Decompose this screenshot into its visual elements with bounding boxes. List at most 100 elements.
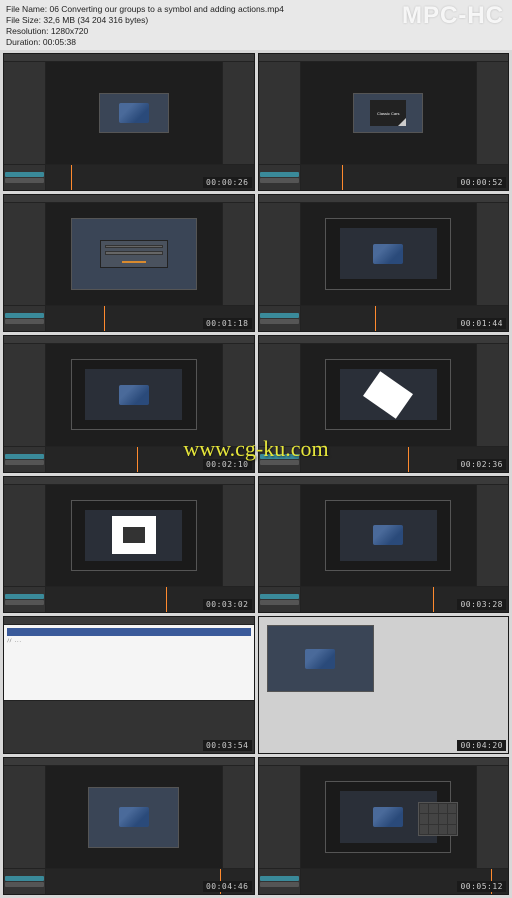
video-thumbnail[interactable]: 00:01:18 [3, 194, 255, 332]
canvas-area[interactable] [46, 766, 222, 868]
left-panel[interactable] [4, 62, 46, 164]
white-rect[interactable] [112, 516, 156, 554]
video-thumbnail[interactable]: // ... 00:03:54 [3, 616, 255, 754]
app-menubar[interactable] [4, 617, 254, 625]
right-panel[interactable] [476, 344, 508, 446]
dialog-input[interactable] [105, 245, 163, 248]
playhead-icon[interactable] [408, 447, 409, 472]
left-panel[interactable] [4, 203, 46, 305]
canvas-stage[interactable] [325, 218, 451, 289]
app-menubar[interactable] [259, 758, 509, 766]
canvas-stage[interactable] [267, 625, 374, 692]
canvas-stage[interactable] [88, 787, 179, 848]
left-panel[interactable] [259, 766, 301, 868]
car-image [119, 385, 149, 405]
right-panel[interactable] [222, 766, 254, 868]
canvas-stage[interactable] [71, 218, 197, 289]
tool-cell[interactable] [420, 804, 428, 813]
right-panel[interactable] [222, 203, 254, 305]
left-panel[interactable] [259, 485, 301, 587]
video-thumbnail[interactable]: 00:05:12 [258, 757, 510, 895]
tool-cell[interactable] [429, 825, 437, 834]
canvas-area[interactable] [46, 62, 222, 164]
canvas-area[interactable] [46, 485, 222, 587]
right-panel[interactable] [476, 485, 508, 587]
dialog-confirm-button[interactable] [122, 261, 146, 263]
playhead-icon[interactable] [166, 587, 167, 612]
tool-cell[interactable] [429, 814, 437, 823]
video-thumbnail[interactable]: Classic Cars 00:00:52 [258, 53, 510, 191]
canvas-stage[interactable] [325, 500, 451, 571]
tool-cell[interactable] [448, 814, 456, 823]
app-menubar[interactable] [4, 54, 254, 62]
track-label [260, 454, 299, 459]
left-panel[interactable] [4, 485, 46, 587]
canvas-area[interactable] [301, 344, 477, 446]
playhead-icon[interactable] [342, 165, 343, 190]
right-panel[interactable] [222, 485, 254, 587]
tool-cell[interactable] [439, 814, 447, 823]
tool-cell[interactable] [448, 804, 456, 813]
tool-cell[interactable] [439, 825, 447, 834]
nested-stage[interactable] [340, 510, 437, 561]
left-panel[interactable] [4, 344, 46, 446]
resolution-value: 1280x720 [51, 26, 88, 36]
video-thumbnail[interactable]: 00:00:26 [3, 53, 255, 191]
app-menubar[interactable] [259, 477, 509, 485]
dialog-box[interactable] [100, 240, 168, 268]
tool-grid-panel[interactable] [418, 802, 458, 836]
video-thumbnail[interactable]: 00:04:20 [258, 616, 510, 754]
left-panel[interactable] [259, 62, 301, 164]
app-menubar[interactable] [4, 758, 254, 766]
right-panel[interactable] [476, 203, 508, 305]
right-panel[interactable] [476, 62, 508, 164]
playhead-icon[interactable] [104, 306, 105, 331]
left-panel[interactable] [259, 203, 301, 305]
canvas-area[interactable] [301, 203, 477, 305]
code-editor[interactable]: // ... [4, 625, 254, 699]
canvas-stage[interactable] [71, 500, 197, 571]
video-thumbnail[interactable]: 00:04:46 [3, 757, 255, 895]
left-panel[interactable] [4, 766, 46, 868]
canvas-stage[interactable] [99, 93, 169, 134]
white-rect[interactable] [363, 371, 413, 419]
app-menubar[interactable] [4, 336, 254, 344]
browser-preview[interactable] [259, 617, 509, 753]
video-thumbnail[interactable]: 00:02:36 [258, 335, 510, 473]
nested-stage[interactable] [340, 228, 437, 279]
tool-cell[interactable] [448, 825, 456, 834]
nested-stage[interactable] [85, 510, 182, 561]
canvas-area[interactable]: Classic Cars [301, 62, 477, 164]
app-menubar[interactable] [4, 195, 254, 203]
video-thumbnail[interactable]: 00:03:28 [258, 476, 510, 614]
video-thumbnail[interactable]: 00:01:44 [258, 194, 510, 332]
playhead-icon[interactable] [71, 165, 72, 190]
app-menubar[interactable] [259, 336, 509, 344]
canvas-stage[interactable] [71, 359, 197, 430]
app-menubar[interactable] [259, 54, 509, 62]
app-menubar[interactable] [259, 195, 509, 203]
tool-cell[interactable] [429, 804, 437, 813]
canvas-area[interactable] [46, 344, 222, 446]
left-panel[interactable] [259, 344, 301, 446]
playhead-icon[interactable] [137, 447, 138, 472]
nested-stage[interactable] [340, 369, 437, 420]
right-panel[interactable] [222, 62, 254, 164]
tool-cell[interactable] [420, 814, 428, 823]
video-thumbnail[interactable]: 00:03:02 [3, 476, 255, 614]
canvas-area[interactable] [301, 766, 477, 868]
video-thumbnail[interactable]: 00:02:10 [3, 335, 255, 473]
nested-stage[interactable] [85, 369, 182, 420]
tool-cell[interactable] [420, 825, 428, 834]
playhead-icon[interactable] [433, 587, 434, 612]
right-panel[interactable] [222, 344, 254, 446]
canvas-area[interactable] [301, 485, 477, 587]
app-menubar[interactable] [4, 477, 254, 485]
tool-cell[interactable] [439, 804, 447, 813]
playhead-icon[interactable] [375, 306, 376, 331]
canvas-stage[interactable]: Classic Cars [353, 93, 423, 134]
dialog-input[interactable] [105, 251, 163, 254]
canvas-area[interactable] [46, 203, 222, 305]
canvas-stage[interactable] [325, 359, 451, 430]
right-panel[interactable] [476, 766, 508, 868]
